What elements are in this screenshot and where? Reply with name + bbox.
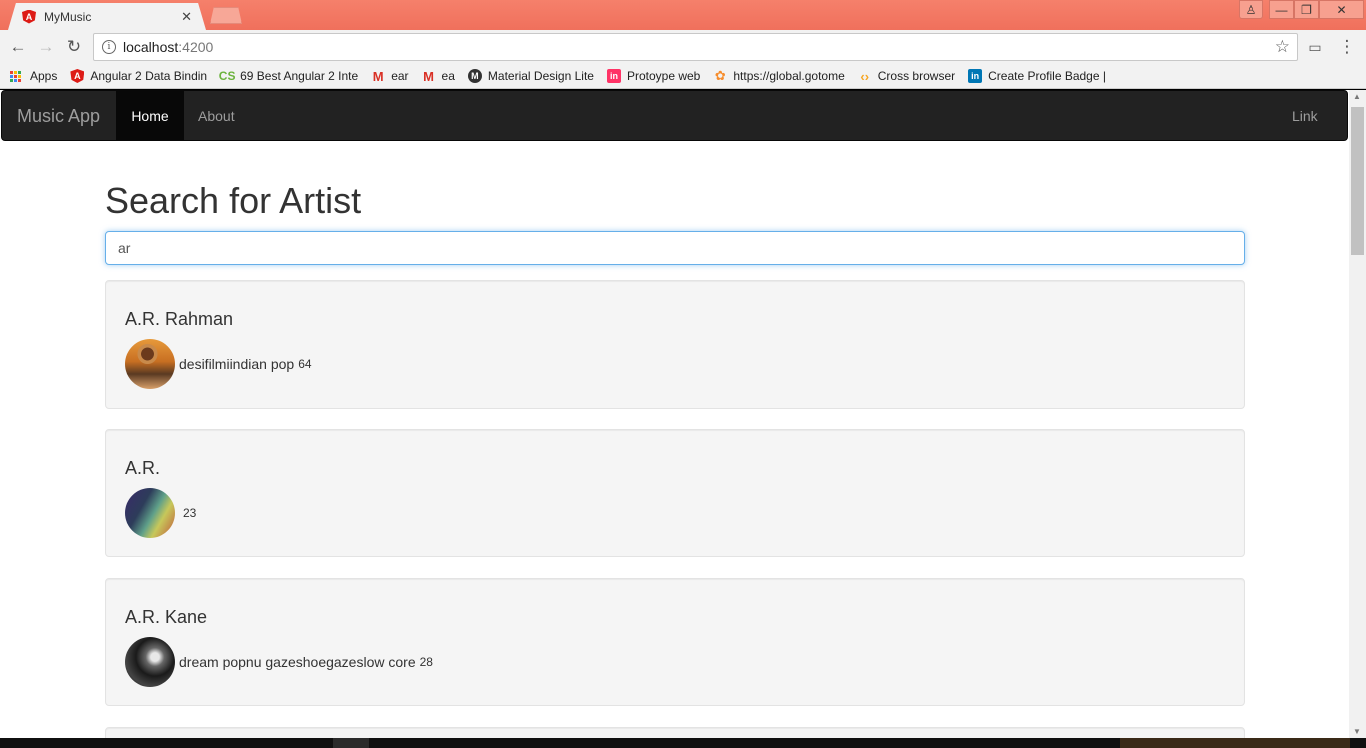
maximize-button[interactable]: ❐ [1294, 0, 1319, 19]
bookmark-linkedin-badge[interactable]: in Create Profile Badge | [968, 69, 1106, 83]
nav-link[interactable]: Link [1292, 108, 1318, 124]
artist-avatar [125, 339, 175, 389]
app-navbar: Music App Home About Link [1, 90, 1348, 141]
profile-button[interactable]: ♙ [1239, 0, 1263, 19]
artist-name[interactable]: A.R. Kane [125, 607, 207, 628]
bookmarks-bar: Apps A Angular 2 Data Bindin CS 69 Best … [0, 64, 1366, 89]
tab-close-icon[interactable]: ✕ [181, 9, 192, 25]
angular-favicon-icon: A [22, 9, 36, 24]
reload-icon[interactable]: ↻ [64, 37, 84, 57]
browser-toolbar: ← → ↻ i localhost:4200 ☆ ▭ ⋮ [0, 30, 1366, 64]
os-taskbar [0, 738, 1366, 748]
bookmark-gmail-ear[interactable]: M ear [371, 68, 409, 84]
cs-icon: CS [218, 69, 236, 83]
bookmark-star-icon[interactable]: ☆ [1275, 37, 1290, 57]
linkedin-icon: in [968, 69, 983, 83]
cast-icon[interactable]: ▭ [1305, 37, 1325, 57]
close-window-button[interactable]: ✕ [1319, 0, 1364, 19]
artist-name[interactable]: A.R. Rahman [125, 309, 233, 330]
artist-popularity: 23 [183, 506, 197, 520]
artist-avatar [125, 488, 175, 538]
menu-dots-icon[interactable]: ⋮ [1337, 37, 1357, 57]
angular-icon: A [70, 69, 85, 83]
nav-about[interactable]: About [198, 108, 235, 124]
gmail-icon: M [423, 68, 434, 84]
artist-card[interactable]: A.R. 23 [105, 429, 1245, 557]
bookmark-apps[interactable]: Apps [10, 69, 57, 83]
artist-details: 23 [125, 488, 196, 538]
address-bar[interactable]: i localhost:4200 ☆ [93, 33, 1298, 61]
scroll-up-arrow-icon[interactable]: ▲ [1353, 92, 1361, 101]
page-viewport: Music App Home About Link Search for Art… [0, 90, 1349, 738]
bookmark-material-design[interactable]: M Material Design Lite [467, 69, 594, 83]
invision-icon: in [606, 69, 621, 83]
bookmark-prototype-web[interactable]: in Protoype web [606, 69, 700, 83]
info-icon[interactable]: i [102, 40, 116, 54]
artist-popularity: 64 [298, 357, 312, 371]
tab-title: MyMusic [44, 9, 92, 24]
artist-details: desifilmiindian pop 64 [125, 339, 312, 389]
gmail-icon: M [372, 68, 384, 84]
new-tab-button[interactable] [210, 7, 242, 24]
artist-genres: dream popnu gazeshoegazeslow core [179, 654, 416, 670]
artist-popularity: 28 [419, 655, 433, 669]
bookmark-angular[interactable]: A Angular 2 Data Bindin [70, 69, 207, 83]
bookmark-gotomeeting[interactable]: ✿ https://global.gotome [713, 68, 845, 83]
navbar-brand[interactable]: Music App [17, 106, 100, 127]
minimize-button[interactable]: — [1269, 0, 1294, 19]
material-icon: M [467, 69, 482, 83]
gotomeeting-icon: ✿ [714, 68, 726, 83]
artist-search-input[interactable] [105, 231, 1245, 265]
apps-grid-icon [10, 70, 24, 82]
crossbrowser-icon: ‹› [860, 68, 870, 84]
artist-card[interactable]: A.R. Kane dream popnu gazeshoegazeslow c… [105, 578, 1245, 706]
url-text[interactable]: localhost:4200 [123, 39, 213, 55]
bookmark-angular-interview[interactable]: CS 69 Best Angular 2 Inte [218, 69, 358, 83]
page-title: Search for Artist [105, 180, 362, 221]
browser-titlebar: A MyMusic ✕ ♙ — ❐ ✕ [0, 0, 1366, 30]
artist-card[interactable]: A.R. Rahman desifilmiindian pop 64 [105, 280, 1245, 409]
scroll-down-arrow-icon[interactable]: ▼ [1353, 727, 1361, 736]
taskbar-active-app[interactable] [333, 738, 369, 748]
artist-name[interactable]: A.R. [125, 458, 160, 479]
artist-avatar [125, 637, 175, 687]
nav-home[interactable]: Home [116, 91, 184, 141]
forward-arrow-icon[interactable]: → [36, 37, 56, 57]
back-arrow-icon[interactable]: ← [8, 37, 28, 57]
taskbar-background-strip [1120, 738, 1350, 748]
artist-genres: desifilmiindian pop [179, 356, 295, 372]
page-scrollbar[interactable]: ▲ ▼ [1349, 90, 1366, 738]
artist-details: dream popnu gazeshoegazeslow core 28 [125, 637, 433, 687]
browser-tab[interactable]: A MyMusic ✕ [8, 3, 206, 30]
bookmark-cross-browser[interactable]: ‹› Cross browser [858, 68, 955, 84]
bookmark-gmail-ea[interactable]: M ea [422, 68, 455, 84]
scrollbar-thumb[interactable] [1351, 107, 1364, 255]
artist-card[interactable] [105, 727, 1245, 738]
